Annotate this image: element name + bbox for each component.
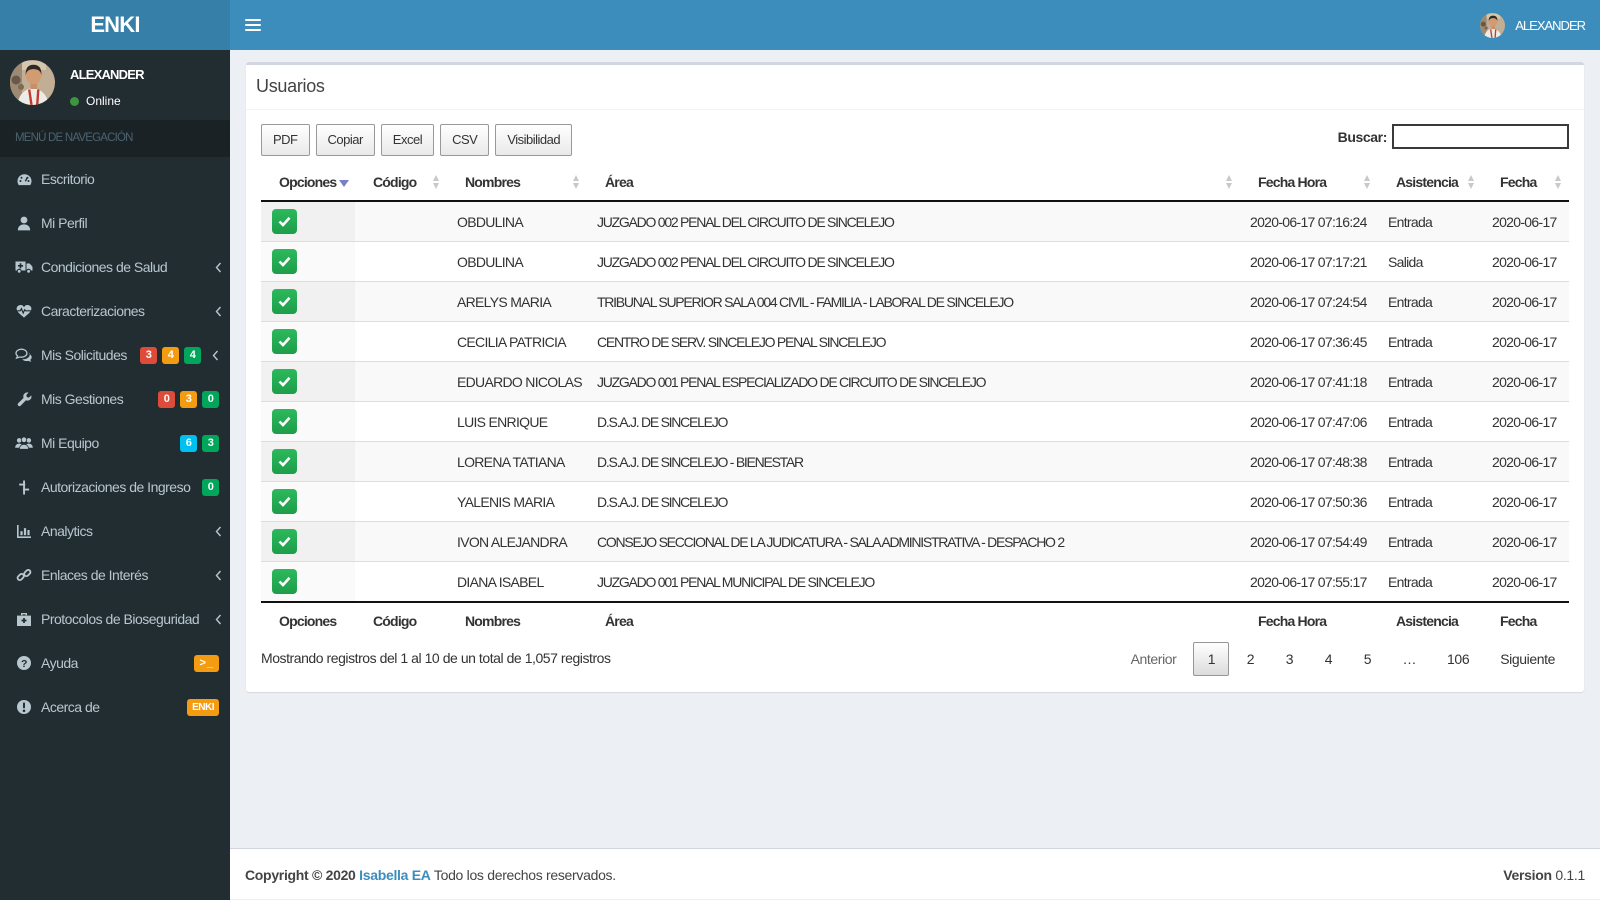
svg-text:?: ? (21, 658, 27, 670)
